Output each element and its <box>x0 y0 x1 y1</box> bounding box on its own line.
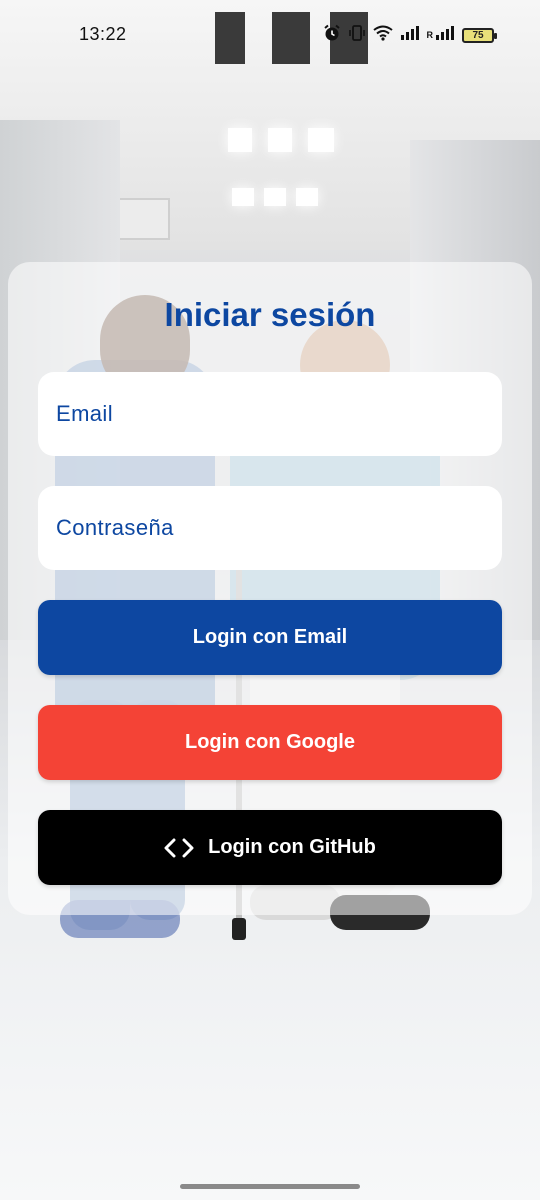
code-icon <box>164 837 194 859</box>
login-github-label: Login con GitHub <box>208 836 376 858</box>
page-title: Iniciar sesión <box>164 296 376 333</box>
login-email-button[interactable]: Login con Email <box>38 600 502 675</box>
login-email-label: Login con Email <box>192 626 348 648</box>
roaming-label: R <box>426 30 434 40</box>
login-github-button[interactable]: Login con GitHub <box>38 810 502 885</box>
status-time: 13:22 <box>79 24 127 44</box>
login-google-label: Login con Google <box>185 731 355 753</box>
gesture-nav-handle[interactable] <box>180 1184 360 1189</box>
alarm-icon <box>323 24 341 47</box>
signal-icon <box>400 25 420 45</box>
login-google-button[interactable]: Login con Google <box>38 705 502 780</box>
password-input[interactable] <box>56 486 502 570</box>
vibrate-icon <box>348 24 366 47</box>
battery-icon: 75 <box>462 27 497 43</box>
password-field[interactable] <box>38 486 502 570</box>
signal-roaming-icon <box>435 25 455 45</box>
email-field[interactable] <box>38 372 502 456</box>
email-input[interactable] <box>56 372 502 456</box>
status-bar: 13:22 R 75 <box>0 0 540 70</box>
wifi-icon <box>372 25 393 46</box>
status-icons: R 75 <box>323 24 497 47</box>
